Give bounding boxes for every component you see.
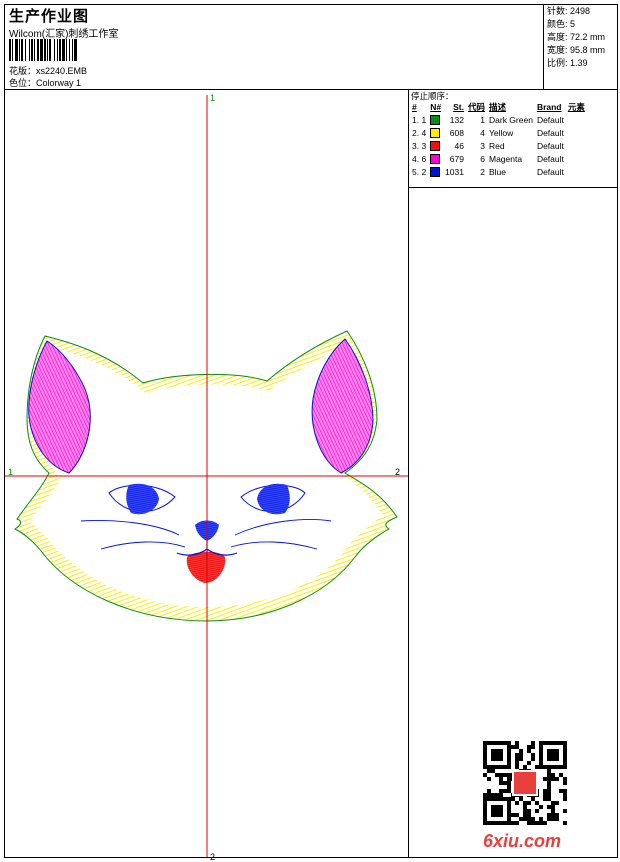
row-swatch <box>428 126 443 139</box>
col-number: N# <box>430 102 442 112</box>
colorway-label: 色位： <box>9 78 37 88</box>
row-code: 1 <box>480 114 485 125</box>
table-row[interactable]: 5. 2 1031 2 Blue Default <box>410 165 587 178</box>
stat-height: 高度: 72.2 mm <box>547 32 606 42</box>
row-index: 3. 3 <box>412 140 427 151</box>
design-canvas[interactable]: 1 2 1 2 <box>5 89 409 862</box>
color-swatch <box>430 140 441 151</box>
row-description: Blue <box>489 166 507 177</box>
stat-width: 宽度: 95.8 mm <box>547 45 606 55</box>
row-index: 5. 2 <box>412 166 427 177</box>
page-title: 生产作业图 <box>9 8 90 25</box>
color-swatch <box>430 114 441 125</box>
row-element <box>566 126 587 139</box>
studio-name: Wilcom(汇家)刺绣工作室 <box>9 29 119 40</box>
row-brand: Default <box>536 127 564 138</box>
table-row[interactable]: 4. 6 679 6 Magenta Default <box>410 152 587 165</box>
row-element <box>566 139 587 152</box>
row-element <box>566 165 587 178</box>
row-code: 3 <box>480 140 485 151</box>
colorway-value: Colorway 1 <box>36 78 82 88</box>
row-swatch <box>428 165 443 178</box>
col-brand: Brand <box>536 102 562 112</box>
row-stitches: 679 <box>449 153 464 164</box>
row-code: 6 <box>480 153 485 164</box>
design-value: xs2240.EMB <box>36 66 88 76</box>
color-swatch <box>430 127 441 138</box>
row-element <box>566 152 587 165</box>
stat-ratio: 比例: 1.39 <box>547 58 588 68</box>
row-stitches: 1031 <box>445 166 464 177</box>
design-label: 花版： <box>9 66 37 76</box>
col-index: # <box>412 102 417 112</box>
table-header-row: # N# St. 代码 描述 Brand 元素 <box>410 101 587 113</box>
row-index: 2. 4 <box>412 127 427 138</box>
row-element <box>566 113 587 126</box>
row-stitches: 132 <box>449 114 464 125</box>
colorway-row: 色位：Colorway 1 <box>9 76 81 89</box>
row-code: 4 <box>480 127 485 138</box>
axis-label-right: 2 <box>395 467 401 477</box>
axis-label-bottom: 2 <box>210 852 216 862</box>
axis-label-top: 1 <box>210 93 216 103</box>
production-sheet: 生产作业图 Wilcom(汇家)刺绣工作室 花版：xs2240.EMB 色位：C… <box>4 4 618 862</box>
row-stitches: 46 <box>454 140 464 151</box>
stats-panel: 针数: 2498 颜色: 5 高度: 72.2 mm 宽度: 95.8 mm 比… <box>543 5 617 89</box>
row-code: 2 <box>480 166 485 177</box>
row-brand: Default <box>536 166 564 177</box>
header: 生产作业图 Wilcom(汇家)刺绣工作室 花版：xs2240.EMB 色位：C… <box>5 5 617 90</box>
row-swatch <box>428 113 443 126</box>
watermark: 6xiu.com <box>483 831 562 851</box>
stop-sequence-panel: 停止顺序： # N# St. 代码 描述 Brand 元素 1. 1 132 1 Da… <box>409 89 617 188</box>
qr-code <box>483 741 567 825</box>
row-swatch <box>428 152 443 165</box>
col-code: 代码 <box>467 102 485 112</box>
row-brand: Default <box>536 114 564 125</box>
cat-embroidery <box>5 95 408 857</box>
row-description: Red <box>489 140 505 151</box>
color-swatch <box>430 153 441 164</box>
table-row[interactable]: 3. 3 46 3 Red Default <box>410 139 587 152</box>
row-brand: Default <box>536 140 564 151</box>
row-stitches: 608 <box>449 127 464 138</box>
col-element: 元素 <box>567 102 585 112</box>
row-description: Yellow <box>489 127 514 138</box>
axis-label-left: 1 <box>8 467 14 477</box>
table-row[interactable]: 2. 4 608 4 Yellow Default <box>410 126 587 139</box>
row-description: Magenta <box>489 153 523 164</box>
row-swatch <box>428 139 443 152</box>
barcode <box>9 39 135 61</box>
stat-stitches: 针数: 2498 <box>547 6 591 16</box>
stop-sequence-table: # N# St. 代码 描述 Brand 元素 1. 1 132 1 Dark Gre… <box>410 101 587 178</box>
row-description: Dark Green <box>489 114 533 125</box>
row-brand: Default <box>536 153 564 164</box>
color-swatch <box>430 166 441 177</box>
col-stitches: St. <box>453 102 464 112</box>
row-index: 1. 1 <box>412 114 427 125</box>
table-row[interactable]: 1. 1 132 1 Dark Green Default <box>410 113 587 126</box>
col-description: 描述 <box>489 102 507 112</box>
stat-colors: 颜色: 5 <box>547 19 576 29</box>
row-index: 4. 6 <box>412 153 427 164</box>
